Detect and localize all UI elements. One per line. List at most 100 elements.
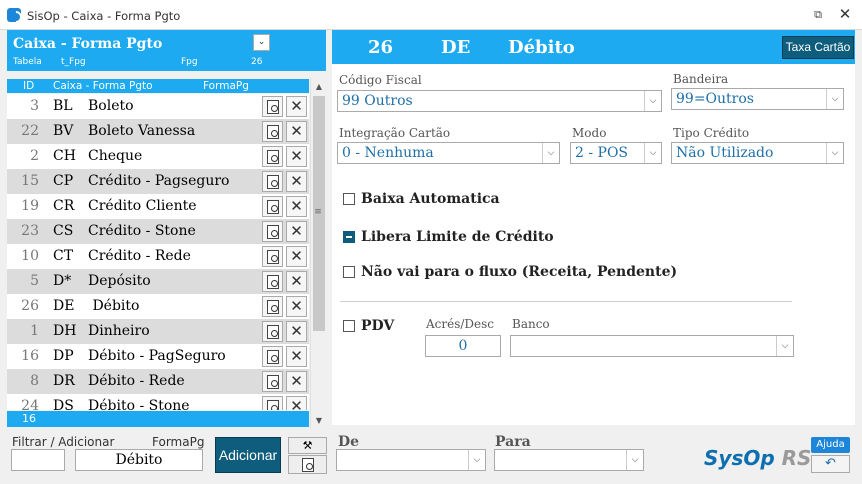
view-button[interactable] xyxy=(262,396,283,410)
list-item[interactable]: 15 CP Crédito - Pagseguro ✕ xyxy=(7,169,309,194)
list-item[interactable]: 26 DE Débito ✕ xyxy=(7,294,309,319)
detail-description: Débito xyxy=(508,37,575,58)
list-item[interactable]: 1 DH Dinheiro ✕ xyxy=(7,319,309,344)
delete-button[interactable]: ✕ xyxy=(286,246,307,267)
filter-input[interactable] xyxy=(11,449,65,471)
pdv-checkbox[interactable] xyxy=(343,320,355,332)
formapg-input[interactable]: Débito xyxy=(75,449,203,471)
scroll-up-icon[interactable]: ▲ xyxy=(313,81,325,93)
row-description: Crédito - Pagseguro xyxy=(88,173,230,189)
delete-button[interactable]: ✕ xyxy=(286,171,307,192)
banco-select[interactable]: ⌵ xyxy=(510,335,794,357)
de-select[interactable]: ⌵ xyxy=(336,449,486,471)
view-button[interactable] xyxy=(262,171,283,192)
row-id: 5 xyxy=(30,273,39,289)
view-button[interactable] xyxy=(262,271,283,292)
chevron-down-icon: ⌵ xyxy=(468,450,485,470)
nao-fluxo-checkbox[interactable] xyxy=(343,266,355,278)
detail-code: DE xyxy=(441,37,471,58)
chevron-down-icon: ⌵ xyxy=(644,143,661,163)
search-doc-icon xyxy=(267,225,279,239)
chevron-down-icon: ⌵ xyxy=(826,89,843,109)
view-button[interactable] xyxy=(262,371,283,392)
list-item[interactable]: 19 CR Crédito Cliente ✕ xyxy=(7,194,309,219)
list-item[interactable]: 2 CH Cheque ✕ xyxy=(7,144,309,169)
view-button[interactable] xyxy=(262,346,283,367)
delete-button[interactable]: ✕ xyxy=(286,371,307,392)
delete-button[interactable]: ✕ xyxy=(286,146,307,167)
filter-label: Filtrar / Adicionar xyxy=(12,435,115,449)
row-description: Débito - Rede xyxy=(88,373,185,389)
tipo-credito-select[interactable]: Não Utilizado ⌵ xyxy=(671,142,844,164)
delete-button[interactable]: ✕ xyxy=(286,296,307,317)
bandeira-select[interactable]: 99=Outros ⌵ xyxy=(671,88,844,110)
list-scrollbar[interactable]: ▲ ≡ ▼ xyxy=(310,79,326,429)
view-button[interactable] xyxy=(262,296,283,317)
view-button[interactable] xyxy=(262,196,283,217)
bandeira-label: Bandeira xyxy=(673,72,729,86)
baixa-automatica-checkbox[interactable] xyxy=(343,193,355,205)
libera-limite-checkbox[interactable] xyxy=(343,231,355,243)
chevron-down-icon: ⌵ xyxy=(826,143,843,163)
row-id: 19 xyxy=(21,198,39,214)
list-item[interactable]: 10 CT Crédito - Rede ✕ xyxy=(7,244,309,269)
help-button[interactable]: Ajuda xyxy=(811,437,850,453)
taxa-cartao-button[interactable]: Taxa Cartão xyxy=(782,36,854,59)
delete-button[interactable]: ✕ xyxy=(286,271,307,292)
list-item[interactable]: 8 DR Débito - Rede ✕ xyxy=(7,369,309,394)
search-button[interactable] xyxy=(288,455,327,474)
list-item[interactable]: 22 BV Boleto Vanessa ✕ xyxy=(7,119,309,144)
row-description: Cheque xyxy=(88,148,143,164)
acres-desc-input[interactable]: 0 xyxy=(425,335,501,357)
back-icon[interactable]: ↶ xyxy=(811,455,850,473)
delete-button[interactable]: ✕ xyxy=(286,221,307,242)
delete-button[interactable]: ✕ xyxy=(286,346,307,367)
delete-button[interactable]: ✕ xyxy=(286,196,307,217)
close-button[interactable]: ✕ xyxy=(836,5,854,23)
list-item[interactable]: 24 DS Débito - Stone ✕ xyxy=(7,394,309,410)
list-dropdown-button[interactable]: ⌄ xyxy=(253,34,270,51)
row-code: DP xyxy=(53,348,74,364)
scroll-down-icon[interactable]: ▼ xyxy=(313,415,325,427)
search-doc-icon xyxy=(302,458,314,472)
codigo-fiscal-select[interactable]: 99 Outros ⌵ xyxy=(337,90,662,112)
add-button[interactable]: Adicionar xyxy=(215,437,281,473)
list-item[interactable]: 23 CS Crédito - Stone ✕ xyxy=(7,219,309,244)
delete-button[interactable]: ✕ xyxy=(286,121,307,142)
de-label: De xyxy=(338,434,360,450)
para-select[interactable]: ⌵ xyxy=(494,449,644,471)
list-item[interactable]: 16 DP Débito - PagSeguro ✕ xyxy=(7,344,309,369)
integracao-select[interactable]: 0 - Nenhuma ⌵ xyxy=(337,142,560,164)
list-item[interactable]: 5 D* Depósito ✕ xyxy=(7,269,309,294)
delete-button[interactable]: ✕ xyxy=(286,396,307,410)
detail-id: 26 xyxy=(368,37,394,58)
row-code: DH xyxy=(53,323,77,339)
nao-fluxo-label: Não vai para o fluxo (Receita, Pendente) xyxy=(361,264,678,280)
search-doc-icon xyxy=(267,375,279,389)
banco-label: Banco xyxy=(512,317,550,331)
view-button[interactable] xyxy=(262,121,283,142)
maximize-button[interactable]: ⧉ xyxy=(810,7,826,23)
column-formapg[interactable]: FormaPg xyxy=(203,79,249,93)
column-id[interactable]: ID xyxy=(23,79,34,93)
view-button[interactable] xyxy=(262,246,283,267)
detail-header: 26 DE Débito Taxa Cartão xyxy=(332,30,855,64)
list-title: Caixa - Forma Pgto xyxy=(13,36,163,52)
integracao-label: Integração Cartão xyxy=(339,126,451,140)
view-button[interactable] xyxy=(262,321,283,342)
column-caixa[interactable]: Caixa - Forma Pgto xyxy=(53,79,153,93)
pdv-label: PDV xyxy=(361,318,395,334)
payment-list: 3 BL Boleto ✕ 22 BV Boleto Vanessa ✕ 2 CH Cheque ✕ 1… xyxy=(7,94,309,410)
search-doc-icon xyxy=(267,150,279,164)
delete-button[interactable]: ✕ xyxy=(286,321,307,342)
tools-icon[interactable]: ⚒ xyxy=(288,437,327,454)
delete-button[interactable]: ✕ xyxy=(286,96,307,117)
record-count: 16 xyxy=(7,411,309,427)
list-item[interactable]: 3 BL Boleto ✕ xyxy=(7,94,309,119)
view-button[interactable] xyxy=(262,146,283,167)
view-button[interactable] xyxy=(262,96,283,117)
view-button[interactable] xyxy=(262,221,283,242)
modo-select[interactable]: 2 - POS ⌵ xyxy=(570,142,662,164)
row-id: 26 xyxy=(21,298,39,314)
row-id: 3 xyxy=(30,98,39,114)
